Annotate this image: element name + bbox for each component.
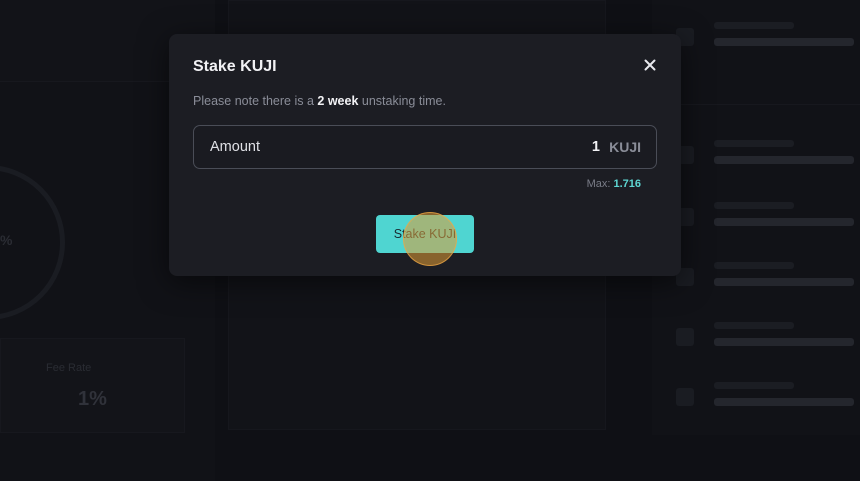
max-label: Max:: [586, 178, 611, 190]
stake-modal: Stake KUJI Please note there is a 2 week…: [169, 34, 681, 276]
unstaking-note: Please note there is a 2 week unstaking …: [193, 94, 446, 108]
background-info-row: [652, 370, 860, 428]
amount-label: Amount: [210, 139, 260, 155]
modal-title: Stake KUJI: [193, 58, 277, 75]
background-right-panel: [652, 0, 860, 435]
background-info-row: [652, 250, 860, 308]
amount-field: Amount KUJI: [193, 125, 657, 169]
background-stat-card: [0, 338, 185, 433]
background-info-row: [652, 10, 860, 68]
note-prefix: Please note there is a: [193, 94, 318, 108]
background-info-row: [652, 310, 860, 368]
note-suffix: unstaking time.: [358, 94, 446, 108]
background-info-row: [652, 190, 860, 248]
app-page: % Fee Rate 1% Stake KUJI Please note the…: [0, 0, 860, 481]
max-value: 1.716: [613, 178, 641, 190]
background-info-row: [652, 128, 860, 186]
note-emphasis: 2 week: [317, 94, 359, 108]
close-button[interactable]: [641, 56, 659, 74]
background-stat-card-value: 1%: [78, 388, 107, 410]
stake-button[interactable]: Stake KUJI: [376, 215, 474, 253]
background-ring-label: %: [0, 232, 13, 248]
amount-input[interactable]: [480, 135, 600, 159]
amount-unit: KUJI: [609, 139, 641, 155]
close-icon: [644, 59, 656, 71]
background-divider: [652, 104, 860, 105]
max-balance[interactable]: Max: 1.716: [587, 178, 641, 190]
background-stat-card-title: Fee Rate: [46, 362, 92, 374]
